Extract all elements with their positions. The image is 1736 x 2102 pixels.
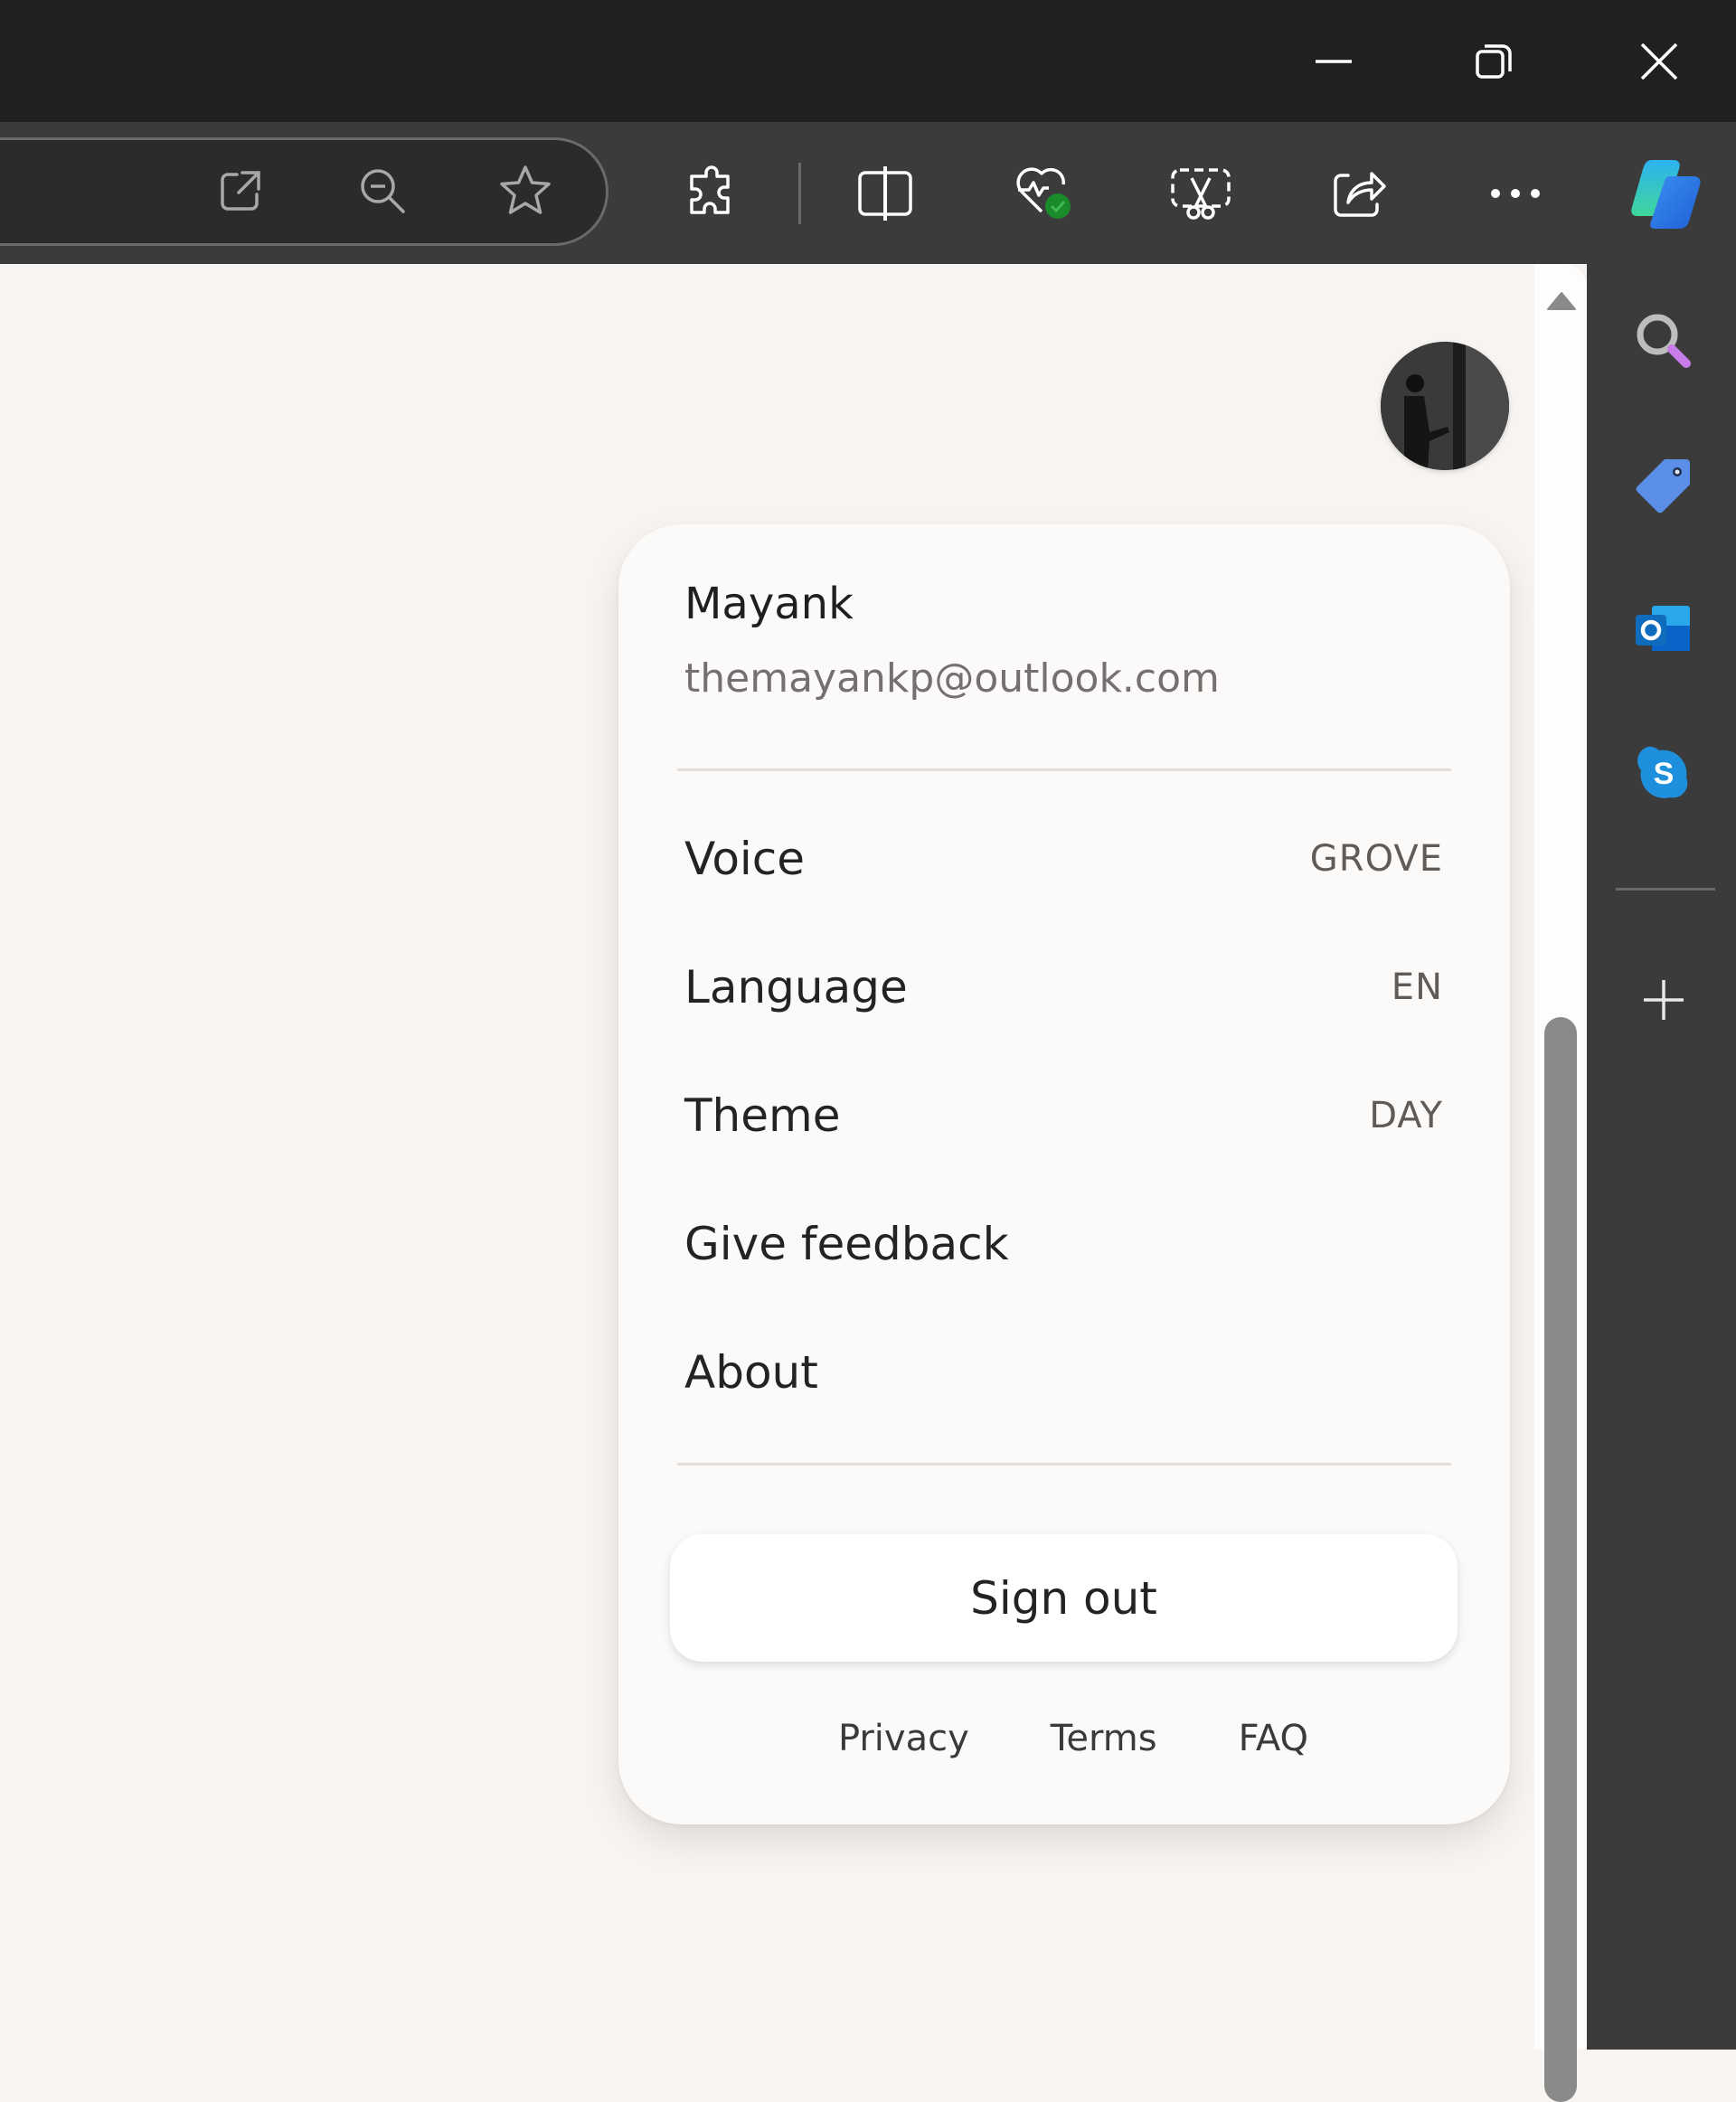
title-bar xyxy=(0,0,1736,122)
search-icon xyxy=(1637,314,1691,368)
screenshot-button[interactable] xyxy=(1165,157,1237,230)
open-in-app-button[interactable] xyxy=(204,155,277,227)
zoom-out-button[interactable] xyxy=(346,155,419,227)
vertical-scrollbar[interactable] xyxy=(1534,264,1587,2102)
scroll-up-arrow-icon[interactable] xyxy=(1546,291,1577,311)
terms-link[interactable]: Terms xyxy=(1051,1718,1157,1781)
scrollbar-thumb[interactable] xyxy=(1544,1017,1577,2102)
privacy-link[interactable]: Privacy xyxy=(838,1718,969,1781)
favorite-button[interactable] xyxy=(489,155,561,227)
address-bar[interactable] xyxy=(0,137,609,246)
extensions-icon xyxy=(690,165,730,214)
health-check-badge xyxy=(1045,193,1071,219)
more-options-icon xyxy=(1491,189,1540,198)
menu-item-give-feedback[interactable]: Give feedback xyxy=(618,1180,1510,1308)
zoom-out-icon xyxy=(361,169,405,213)
skype-icon: S xyxy=(1637,746,1688,798)
footer-links: Privacy Terms FAQ xyxy=(618,1718,1510,1781)
open-in-app-icon xyxy=(221,171,260,211)
sidebar-item-shopping[interactable] xyxy=(1628,449,1700,522)
svg-text:S: S xyxy=(1654,757,1675,791)
sign-out-button[interactable]: Sign out xyxy=(670,1534,1458,1662)
browser-essentials-button[interactable] xyxy=(1010,157,1082,230)
avatar-photo xyxy=(1381,342,1509,470)
toolbar-separator xyxy=(798,163,801,224)
faq-link[interactable]: FAQ xyxy=(1239,1718,1308,1781)
restore-icon xyxy=(1476,43,1512,79)
more-options-button[interactable] xyxy=(1479,157,1552,230)
user-email: themayankp@outlook.com xyxy=(684,655,1220,702)
sidebar-item-search[interactable] xyxy=(1628,305,1700,377)
close-icon xyxy=(1640,42,1678,80)
screenshot-icon xyxy=(1171,168,1231,220)
menu-item-value: EN xyxy=(1391,966,1443,1008)
menu-item-about[interactable]: About xyxy=(618,1308,1510,1437)
menu-item-label: Language xyxy=(684,961,908,1013)
plus-icon xyxy=(1644,980,1684,1020)
sidebar-item-skype[interactable]: S xyxy=(1628,737,1700,809)
split-screen-icon xyxy=(858,166,912,221)
menu-item-value: DAY xyxy=(1369,1095,1443,1136)
share-icon xyxy=(1334,172,1386,217)
user-name: Mayank xyxy=(684,579,854,629)
menu-item-label: About xyxy=(684,1346,818,1399)
profile-avatar[interactable] xyxy=(1381,342,1509,470)
menu-divider xyxy=(677,768,1451,771)
menu-item-language[interactable]: Language EN xyxy=(618,923,1510,1051)
menu-divider xyxy=(677,1463,1451,1466)
menu-item-label: Theme xyxy=(684,1089,841,1142)
browser-essentials-icon xyxy=(1016,167,1071,219)
shopping-tag-icon xyxy=(1636,459,1690,514)
share-button[interactable] xyxy=(1323,157,1395,230)
outlook-icon xyxy=(1636,606,1690,651)
sidebar-separator xyxy=(1616,888,1715,891)
minimize-button[interactable] xyxy=(1257,0,1410,122)
sidebar-add-button[interactable] xyxy=(1628,964,1700,1036)
split-screen-button[interactable] xyxy=(849,157,921,230)
copilot-icon xyxy=(1631,160,1701,229)
menu-item-label: Voice xyxy=(684,833,806,885)
menu-item-value: GROVE xyxy=(1309,838,1443,880)
sidebar-item-outlook[interactable] xyxy=(1628,594,1700,666)
close-button[interactable] xyxy=(1582,0,1736,122)
extensions-button[interactable] xyxy=(677,157,750,230)
menu-item-label: Give feedback xyxy=(684,1218,1009,1270)
menu-item-theme[interactable]: Theme DAY xyxy=(618,1051,1510,1180)
favorite-star-icon xyxy=(500,165,551,214)
copilot-button[interactable] xyxy=(1625,152,1706,233)
menu-item-voice[interactable]: Voice GROVE xyxy=(618,795,1510,923)
edge-sidebar: S xyxy=(1587,264,1736,2050)
minimize-icon xyxy=(1316,59,1352,63)
restore-button[interactable] xyxy=(1418,0,1571,122)
browser-toolbar xyxy=(0,122,1736,264)
profile-menu: Mayank themayankp@outlook.com Voice GROV… xyxy=(618,524,1510,1824)
